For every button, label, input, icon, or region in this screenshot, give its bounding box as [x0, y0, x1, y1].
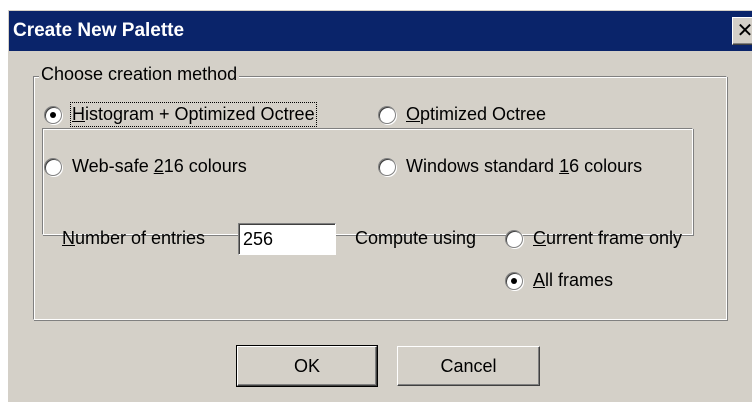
- radio-button[interactable]: [378, 105, 396, 124]
- cancel-button[interactable]: Cancel: [397, 346, 540, 386]
- cancel-button-label: Cancel: [440, 355, 497, 376]
- radio-button[interactable]: [505, 229, 523, 248]
- ok-button[interactable]: OK: [236, 345, 378, 387]
- radio-label: Optimized Octree: [406, 104, 547, 124]
- compute-using-label: Compute using: [355, 228, 477, 248]
- radio-current-frame-only[interactable]: Current frame only: [505, 228, 682, 249]
- number-of-entries-value: 256: [243, 229, 274, 249]
- create-new-palette-dialog: Create New Palette ✕ Choose creation met…: [7, 9, 752, 402]
- dialog-title: Create New Palette: [13, 20, 185, 41]
- creation-method-legend: Choose creation method: [39, 64, 240, 85]
- radio-label: Histogram + Optimized Octree: [70, 102, 317, 127]
- radio-button-selected[interactable]: [505, 271, 523, 290]
- ok-button-label: OK: [293, 355, 320, 376]
- radio-label: Current frame only: [533, 228, 683, 248]
- radio-button-selected[interactable]: [44, 105, 62, 124]
- palette-settings-panel: [42, 128, 693, 235]
- radio-label: All frames: [533, 270, 614, 290]
- radio-all-frames[interactable]: All frames: [505, 270, 613, 291]
- radio-optimized-octree[interactable]: Optimized Octree: [378, 104, 546, 125]
- number-of-entries-input[interactable]: 256: [238, 223, 336, 255]
- number-of-entries-label: Number of entries: [62, 228, 206, 248]
- title-bar[interactable]: Create New Palette ✕: [9, 11, 752, 51]
- close-icon: ✕: [736, 20, 752, 42]
- close-button[interactable]: ✕: [732, 17, 752, 45]
- radio-histogram-optimized-octree[interactable]: Histogram + Optimized Octree: [44, 102, 317, 127]
